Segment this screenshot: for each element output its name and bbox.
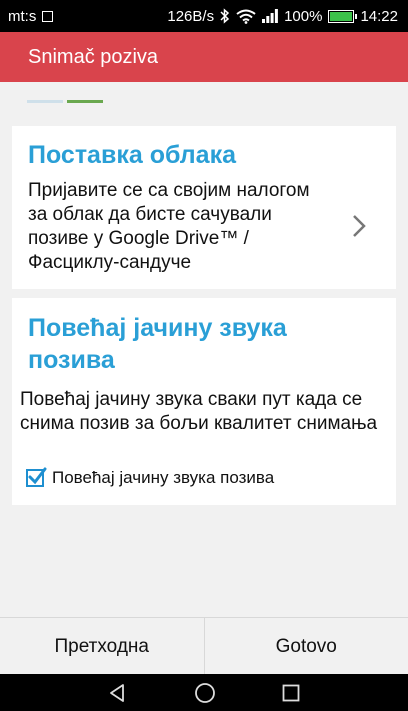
battery-percent: 100%	[284, 7, 323, 25]
network-speed: 126B/s	[167, 7, 215, 25]
chevron-right-icon	[353, 215, 366, 237]
signal-icon	[262, 9, 278, 23]
bottom-bar: Претходна Gotovo	[0, 617, 408, 675]
step-indicator	[27, 100, 107, 103]
cloud-setup-card[interactable]: Поставка облака Пријавите се са својим н…	[12, 126, 396, 289]
navigation-bar	[0, 674, 408, 711]
volume-boost-title: Повећај јачину звука позива	[28, 314, 287, 374]
cloud-setup-title: Поставка облака	[28, 141, 236, 169]
done-button[interactable]: Gotovo	[205, 618, 408, 675]
previous-button[interactable]: Претходна	[0, 618, 204, 675]
battery-icon	[328, 9, 358, 23]
app-title: Snimač poziva	[28, 45, 159, 68]
back-icon[interactable]	[108, 683, 128, 703]
image-icon	[42, 10, 54, 22]
recents-icon[interactable]	[282, 684, 300, 702]
volume-boost-description: Повећај јачину звука сваки пут када се с…	[20, 389, 378, 434]
status-bar: mt:s 126B/s 100% 14:22	[0, 0, 408, 32]
clock: 14:22	[360, 7, 398, 25]
volume-boost-checkbox-row[interactable]: Повећај јачину звука позива	[26, 467, 275, 488]
app-bar: Snimač poziva	[0, 32, 408, 82]
volume-boost-card: Повећај јачину звука позива Повећај јачи…	[12, 298, 396, 505]
volume-boost-checkbox-label: Повећај јачину звука позива	[52, 468, 275, 487]
carrier-label: mt:s	[8, 7, 37, 25]
bluetooth-icon	[220, 8, 230, 24]
step-2-indicator	[67, 100, 103, 103]
step-1-indicator	[27, 100, 63, 103]
wifi-icon	[236, 9, 256, 24]
home-icon[interactable]	[194, 682, 216, 704]
volume-boost-checkbox[interactable]	[26, 467, 47, 487]
cloud-setup-description: Пријавите се са својим налогом за облак …	[28, 180, 310, 273]
checkmark-icon	[28, 467, 47, 485]
